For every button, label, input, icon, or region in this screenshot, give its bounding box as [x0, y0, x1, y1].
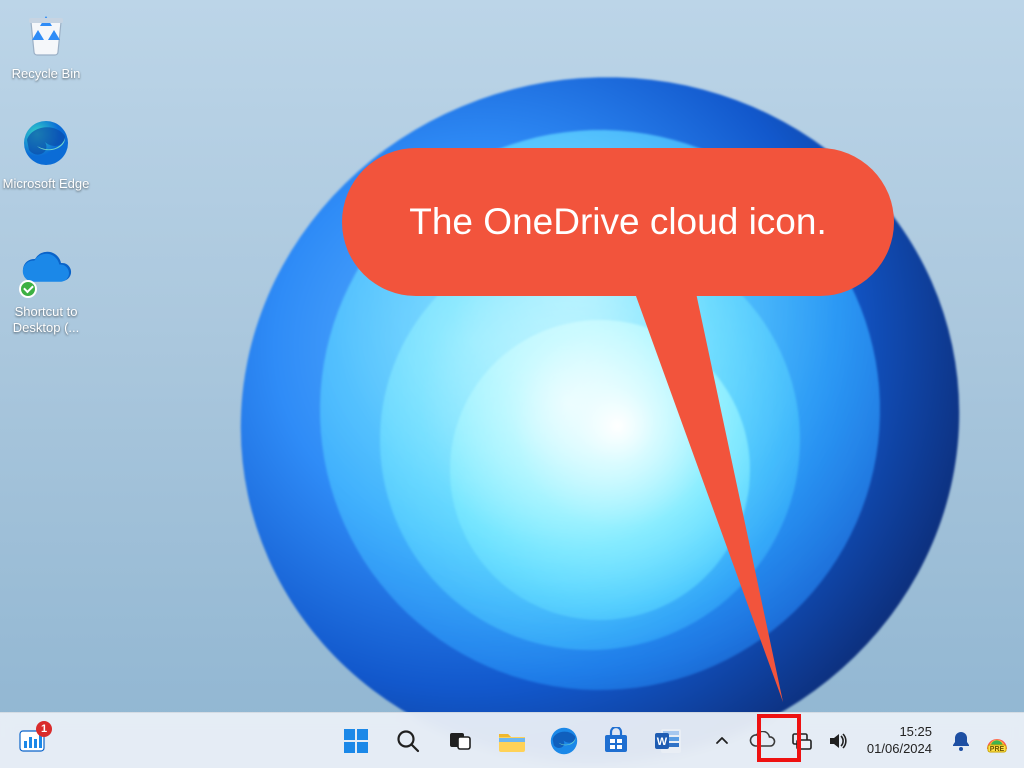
taskbar: 1	[0, 712, 1024, 768]
taskbar-clock[interactable]: 15:25 01/06/2024	[857, 724, 942, 757]
volume-icon	[827, 731, 849, 751]
search-icon	[395, 728, 421, 754]
svg-text:W: W	[657, 736, 668, 748]
edge-icon	[19, 116, 73, 170]
microsoft-store-button[interactable]	[592, 717, 640, 765]
onedrive-shortcut-icon	[19, 244, 73, 298]
edge-icon	[549, 726, 579, 756]
desktop-icon-recycle-bin[interactable]: Recycle Bin	[0, 6, 92, 82]
task-view-button[interactable]	[436, 717, 484, 765]
word-app-button[interactable]: W	[644, 717, 692, 765]
sync-ok-badge-icon	[19, 280, 37, 298]
recycle-bin-icon	[19, 6, 73, 60]
start-button[interactable]	[332, 717, 380, 765]
file-explorer-icon	[497, 728, 527, 754]
desktop[interactable]: Recycle Bin Microsoft Edge Shortcut to D…	[0, 0, 1024, 768]
onedrive-tray-button[interactable]	[741, 717, 783, 765]
svg-text:PRE: PRE	[990, 746, 1005, 753]
task-view-icon	[447, 728, 473, 754]
callout-tail	[628, 274, 828, 714]
bell-icon	[951, 730, 971, 752]
store-icon	[602, 727, 630, 755]
desktop-icon-shortcut[interactable]: Shortcut to Desktop (...	[0, 244, 92, 337]
desktop-icon-label: Shortcut to Desktop (...	[0, 304, 92, 337]
widgets-button[interactable]: 1	[8, 717, 56, 765]
annotation-callout: The OneDrive cloud icon.	[342, 148, 894, 358]
chevron-up-icon	[715, 734, 729, 748]
taskbar-right: 15:25 01/06/2024 PRE	[705, 713, 1024, 768]
tray-chevron-button[interactable]	[705, 717, 739, 765]
start-icon	[342, 727, 370, 755]
volume-tray-button[interactable]	[821, 717, 855, 765]
pre-app-icon: PRE	[983, 729, 1011, 753]
taskbar-center: W	[332, 713, 692, 768]
widgets-badge: 1	[36, 721, 52, 737]
search-button[interactable]	[384, 717, 432, 765]
notifications-button[interactable]	[944, 717, 978, 765]
pre-app-button[interactable]: PRE	[980, 717, 1014, 765]
clock-date: 01/06/2024	[867, 741, 932, 757]
desktop-icon-edge[interactable]: Microsoft Edge	[0, 116, 92, 192]
clock-time: 15:25	[899, 724, 932, 740]
word-icon: W	[653, 727, 683, 755]
callout-text: The OneDrive cloud icon.	[409, 199, 826, 245]
network-icon	[791, 731, 813, 751]
desktop-icon-label: Microsoft Edge	[0, 176, 92, 192]
network-tray-button[interactable]	[785, 717, 819, 765]
onedrive-cloud-icon	[748, 731, 776, 751]
desktop-icon-label: Recycle Bin	[0, 66, 92, 82]
edge-app-button[interactable]	[540, 717, 588, 765]
file-explorer-button[interactable]	[488, 717, 536, 765]
